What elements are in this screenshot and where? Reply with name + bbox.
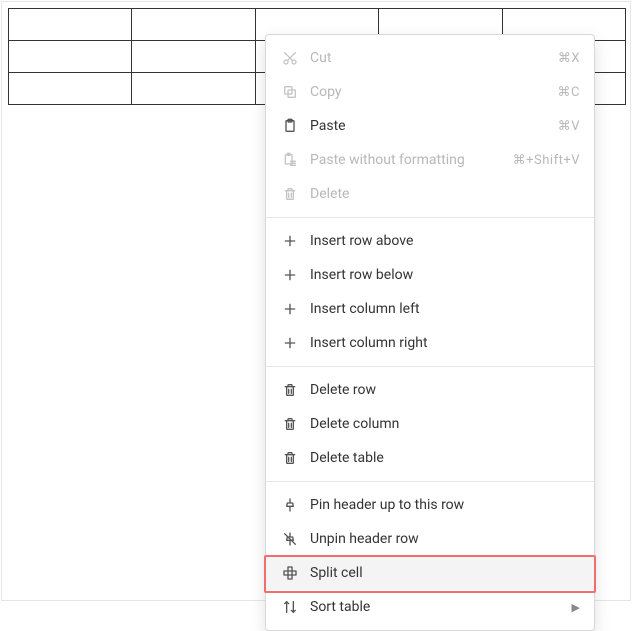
menu-item-copy: Copy⌘C: [266, 75, 594, 109]
menu-divider: [266, 366, 594, 367]
table-cell[interactable]: [132, 41, 255, 73]
table-cell[interactable]: [9, 9, 132, 41]
menu-divider: [266, 481, 594, 482]
menu-item-label: Insert column left: [310, 301, 580, 317]
menu-item-cut: Cut⌘X: [266, 41, 594, 75]
menu-item-paste[interactable]: Paste⌘V: [266, 109, 594, 143]
trash-icon: [280, 414, 300, 434]
menu-item-label: Delete row: [310, 382, 580, 398]
trash-icon: [280, 184, 300, 204]
menu-item-delete: Delete: [266, 177, 594, 211]
menu-item-shortcut: ⌘C: [558, 85, 580, 100]
unpin-icon: [280, 529, 300, 549]
menu-item-split-cell[interactable]: Split cell: [266, 556, 594, 590]
trash-icon: [280, 380, 300, 400]
menu-item-insert-row-above[interactable]: Insert row above: [266, 224, 594, 258]
menu-item-label: Cut: [310, 50, 558, 66]
menu-item-delete-row[interactable]: Delete row: [266, 373, 594, 407]
table-cell[interactable]: [132, 9, 255, 41]
paste-plain-icon: [280, 150, 300, 170]
menu-item-pin-header-up-to-this-row[interactable]: Pin header up to this row: [266, 488, 594, 522]
menu-item-label: Unpin header row: [310, 531, 580, 547]
plus-icon: [280, 265, 300, 285]
paste-icon: [280, 116, 300, 136]
trash-icon: [280, 448, 300, 468]
menu-item-label: Split cell: [310, 565, 580, 581]
menu-item-insert-column-left[interactable]: Insert column left: [266, 292, 594, 326]
plus-icon: [280, 231, 300, 251]
menu-item-label: Sort table: [310, 599, 564, 615]
submenu-caret-icon: ▶: [572, 601, 580, 614]
menu-item-label: Delete: [310, 186, 580, 202]
menu-item-insert-row-below[interactable]: Insert row below: [266, 258, 594, 292]
menu-item-shortcut: ⌘X: [558, 51, 580, 66]
menu-item-label: Delete table: [310, 450, 580, 466]
menu-item-label: Delete column: [310, 416, 580, 432]
table-cell[interactable]: [9, 41, 132, 73]
menu-item-delete-table[interactable]: Delete table: [266, 441, 594, 475]
copy-icon: [280, 82, 300, 102]
menu-item-label: Pin header up to this row: [310, 497, 580, 513]
sort-icon: [280, 597, 300, 617]
table-cell[interactable]: [132, 73, 255, 105]
cut-icon: [280, 48, 300, 68]
menu-item-insert-column-right[interactable]: Insert column right: [266, 326, 594, 360]
context-menu: Cut⌘XCopy⌘CPaste⌘VPaste without formatti…: [265, 34, 595, 631]
menu-divider: [266, 217, 594, 218]
menu-item-shortcut: ⌘V: [558, 119, 580, 134]
menu-item-sort-table[interactable]: Sort table ▶: [266, 590, 594, 624]
menu-item-label: Copy: [310, 84, 558, 100]
pin-icon: [280, 495, 300, 515]
menu-item-label: Insert row above: [310, 233, 580, 249]
menu-item-paste-without-formatting: Paste without formatting⌘+Shift+V: [266, 143, 594, 177]
menu-item-label: Paste: [310, 118, 558, 134]
menu-item-label: Insert column right: [310, 335, 580, 351]
menu-item-shortcut: ⌘+Shift+V: [513, 153, 580, 168]
split-icon: [280, 563, 300, 583]
menu-item-label: Insert row below: [310, 267, 580, 283]
menu-item-unpin-header-row[interactable]: Unpin header row: [266, 522, 594, 556]
editor-page: Cut⌘XCopy⌘CPaste⌘VPaste without formatti…: [1, 1, 631, 601]
plus-icon: [280, 299, 300, 319]
menu-item-label: Paste without formatting: [310, 152, 513, 168]
plus-icon: [280, 333, 300, 353]
menu-item-delete-column[interactable]: Delete column: [266, 407, 594, 441]
table-cell[interactable]: [9, 73, 132, 105]
